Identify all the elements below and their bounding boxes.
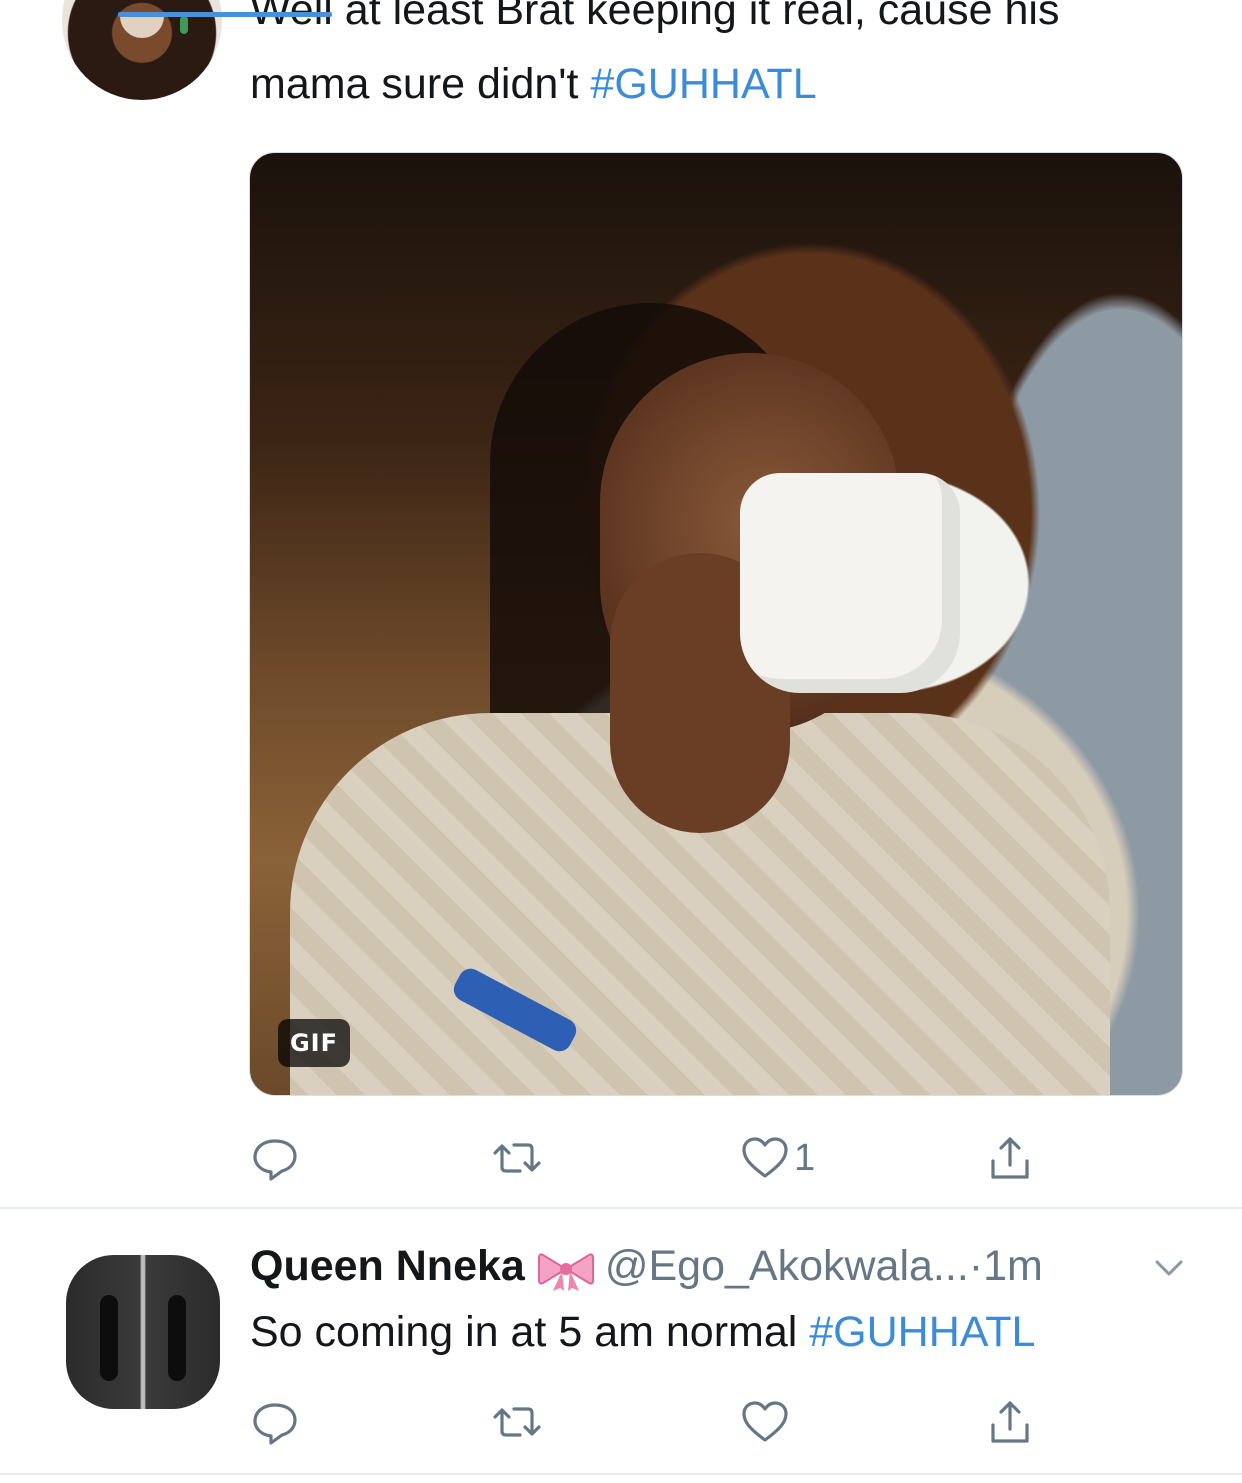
hashtag-link[interactable]: #GUHHATL [809,1308,1035,1356]
tweet-text-line: mama sure didn't #GUHHATL [250,54,817,114]
tweet-text-line: Well at least Brat keeping it real, caus… [250,0,1060,34]
separator-dot: · [968,1242,984,1290]
reply-button[interactable] [250,1392,300,1452]
user-handle[interactable]: @Ego_Akokwala... [605,1242,969,1290]
share-button[interactable] [985,1128,1035,1188]
share-icon [991,1401,1029,1443]
tweet-header: Queen Nneka @Ego_Akokwala...·1m [250,1236,1043,1296]
heart-icon [742,1137,788,1178]
tweet-text: mama sure didn't [250,60,591,108]
reply-button[interactable] [250,1128,300,1188]
gif-badge: GIF [278,1019,350,1067]
share-button[interactable] [985,1392,1035,1452]
chevron-down-icon[interactable] [1152,1256,1186,1280]
reply-icon [253,1139,297,1181]
display-name[interactable]: Queen Nneka [250,1242,525,1290]
hashtag-link[interactable]: #GUHHATL [590,60,816,108]
avatar-figure [100,1295,118,1381]
share-icon [991,1137,1029,1179]
avatar-earring [180,16,188,34]
like-button[interactable] [740,1392,790,1452]
retweet-icon [493,1407,541,1437]
like-button[interactable]: 1 [740,1128,815,1188]
avatar[interactable] [66,1255,220,1409]
tweet-divider [0,1473,1242,1475]
reply-icon [253,1403,297,1445]
tweet-text: So coming in at 5 am normal [250,1308,810,1356]
avatar-figure [168,1295,186,1381]
loading-progress-bar [118,12,332,17]
retweet-button[interactable] [492,1392,542,1452]
retweet-icon [493,1143,541,1173]
timestamp[interactable]: 1m [983,1242,1043,1290]
tweet[interactable]: Well at least Brat keeping it real, caus… [0,0,1242,1208]
media-shape [740,473,960,693]
ribbon-bow-icon [537,1253,594,1291]
heart-icon [742,1401,788,1442]
tweet-text-line: So coming in at 5 am normal #GUHHATL [250,1302,1035,1362]
like-count: 1 [794,1137,816,1179]
tweet-actions [250,1392,1050,1452]
gif-media[interactable]: GIF [249,152,1183,1096]
tweet-divider [0,1207,1242,1209]
tweet-actions: 1 [250,1128,1050,1188]
retweet-button[interactable] [492,1128,542,1188]
